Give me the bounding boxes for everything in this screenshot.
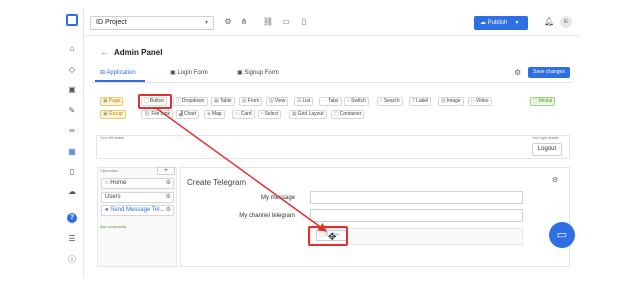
- chat-icon[interactable]: ▭: [549, 222, 575, 248]
- drag-arrow: [155, 107, 328, 232]
